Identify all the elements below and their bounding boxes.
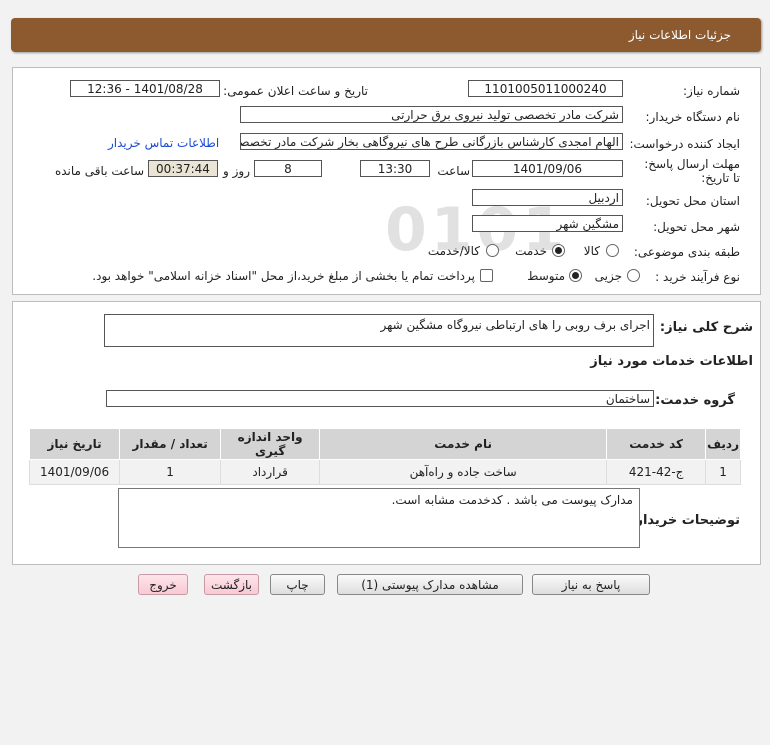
table-row: 1 ج-42-421 ساخت جاده و راه‌آهن قرارداد 1… <box>28 459 741 485</box>
summary-field: اجرای برف روبی را های ارتباطی نیروگاه مش… <box>104 314 654 347</box>
cell-qty: 1 <box>119 459 222 485</box>
reply-button[interactable]: پاسخ به نیاز <box>532 574 650 595</box>
col-name-header: نام خدمت <box>319 428 608 460</box>
page-header: جزئیات اطلاعات نیاز <box>11 18 761 52</box>
col-code-header: کد خدمت <box>606 428 707 460</box>
process-option-medium: متوسط <box>527 269 565 283</box>
cell-unit: قرارداد <box>220 459 321 485</box>
exit-button[interactable]: خروج <box>138 574 188 595</box>
process-label: نوع فرآیند خرید : <box>655 270 740 284</box>
category-radio-goods-service[interactable] <box>486 244 499 257</box>
deadline-time-field: 13:30 <box>360 160 430 177</box>
contact-buyer-link[interactable]: اطلاعات تماس خریدار <box>108 136 219 150</box>
category-label: طبقه بندی موضوعی: <box>633 245 740 259</box>
buyer-notes-label: توضیحات خریدار: <box>630 513 740 528</box>
announce-label: تاریخ و ساعت اعلان عمومی: <box>223 84 368 98</box>
deadline-time-label: ساعت <box>437 164 470 178</box>
services-heading: اطلاعات خدمات مورد نیاز <box>590 354 753 369</box>
days-label: روز و <box>223 164 250 178</box>
need-number-field: 1101005011000240 <box>468 80 623 97</box>
category-option-service: خدمت <box>515 244 547 258</box>
province-label: استان محل تحویل: <box>645 194 740 208</box>
category-option-goods: کالا <box>583 244 600 258</box>
remaining-label: ساعت باقی مانده <box>54 164 144 178</box>
col-date-header: تاریخ نیاز <box>28 428 121 460</box>
service-group-label: گروه خدمت: <box>655 393 735 408</box>
category-radio-service[interactable] <box>552 244 565 257</box>
view-attachments-button[interactable]: مشاهده مدارک پیوستی (1) <box>337 574 523 595</box>
back-button[interactable]: بازگشت <box>204 574 259 595</box>
print-button[interactable]: چاپ <box>270 574 325 595</box>
city-field: مشگین شهر <box>472 215 623 232</box>
summary-label: شرح کلی نیاز: <box>659 320 753 335</box>
deadline-label: مهلت ارسال پاسخ: تا تاریخ: <box>644 157 740 185</box>
category-radio-goods[interactable] <box>606 244 619 257</box>
cell-name: ساخت جاده و راه‌آهن <box>319 459 608 485</box>
table-header-row: ردیف کد خدمت نام خدمت واحد اندازه گیری ت… <box>28 428 741 460</box>
col-row-header: ردیف <box>705 428 741 460</box>
deadline-date-field: 1401/09/06 <box>472 160 623 177</box>
city-label: شهر محل تحویل: <box>653 220 740 234</box>
services-table: ردیف کد خدمت نام خدمت واحد اندازه گیری ت… <box>28 428 741 485</box>
remaining-time-field: 00:37:44 <box>148 160 218 177</box>
treasury-payment-checkbox[interactable] <box>480 269 493 282</box>
treasury-payment-note: پرداخت تمام یا بخشی از مبلغ خرید،از محل … <box>92 269 475 283</box>
cell-row: 1 <box>705 459 741 485</box>
cell-code: ج-42-421 <box>606 459 707 485</box>
col-unit-header: واحد اندازه گیری <box>220 428 321 460</box>
process-option-minor: جزیی <box>594 269 622 283</box>
category-option-goods-service: کالا/خدمت <box>427 244 480 258</box>
cell-date: 1401/09/06 <box>28 459 121 485</box>
days-field: 8 <box>254 160 322 177</box>
service-group-field: ساختمان <box>106 390 654 407</box>
buyer-org-field: شرکت مادر تخصصی تولید نیروی برق حرارتی <box>240 106 623 123</box>
province-field: اردبیل <box>472 189 623 206</box>
buyer-notes-field: مدارک پیوست می باشد . کدخدمت مشابه است. <box>118 488 640 548</box>
requester-label: ایجاد کننده درخواست: <box>629 137 740 151</box>
announce-field: 1401/08/28 - 12:36 <box>70 80 220 97</box>
requester-field: الهام امجدی کارشناس بازرگانی طرح های نیر… <box>240 133 623 150</box>
col-qty-header: تعداد / مقدار <box>119 428 222 460</box>
page-title: جزئیات اطلاعات نیاز <box>628 28 731 42</box>
process-radio-minor[interactable] <box>627 269 640 282</box>
buyer-org-label: نام دستگاه خریدار: <box>645 110 741 124</box>
need-number-label: شماره نیاز: <box>683 84 740 98</box>
process-radio-medium[interactable] <box>569 269 582 282</box>
